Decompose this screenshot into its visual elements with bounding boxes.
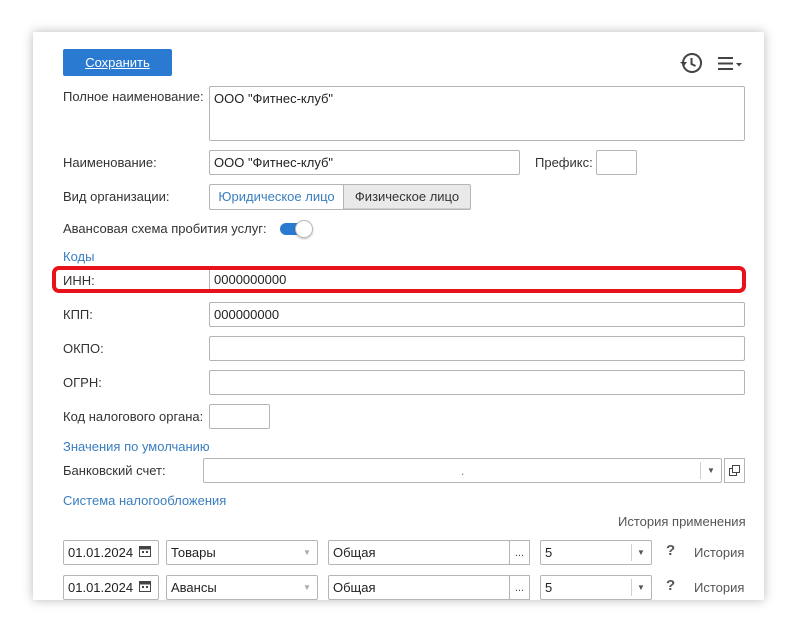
tax-row-system-value: Общая [333, 580, 376, 595]
full-name-textarea[interactable]: ООО "Фитнес-клуб" [209, 86, 745, 141]
tax-row-rate-value: 5 [545, 580, 553, 595]
help-icon[interactable]: ? [666, 542, 675, 559]
chevron-down-icon[interactable]: ▼ [631, 541, 651, 564]
tax-row-history-link[interactable]: История [694, 580, 744, 595]
tax-row-kind-value: Товары [171, 545, 216, 560]
tax-row-history-link[interactable]: История [694, 545, 744, 560]
org-type-legal-button[interactable]: Юридическое лицо [209, 184, 344, 210]
okpo-label: ОКПО: [63, 341, 104, 356]
calendar-icon[interactable] [139, 545, 155, 559]
select-more-button[interactable]: ... [509, 540, 530, 565]
bank-account-label: Банковский счет: [63, 463, 166, 478]
kpp-input[interactable]: 000000000 [209, 302, 745, 327]
help-icon[interactable]: ? [666, 577, 675, 594]
prefix-input[interactable] [596, 150, 637, 175]
chevron-down-icon[interactable]: ▼ [297, 576, 317, 599]
advance-scheme-label: Авансовая схема пробития услуг: [63, 221, 267, 236]
tax-row-system-input[interactable]: Общая [328, 540, 510, 565]
bank-account-value: . [460, 463, 465, 478]
inn-highlight-frame [52, 266, 746, 293]
select-more-button[interactable]: ... [509, 575, 530, 600]
tax-row-rate-select[interactable]: 5 ▼ [540, 540, 652, 565]
menu-icon[interactable] [717, 54, 743, 74]
tax-row-rate-value: 5 [545, 545, 553, 560]
tax-row-system-value: Общая [333, 545, 376, 560]
codes-section-title[interactable]: Коды [63, 249, 94, 264]
ogrn-input[interactable] [209, 370, 745, 395]
toggle-knob [295, 220, 313, 238]
tax-row-kind-select[interactable]: Товары ▼ [166, 540, 318, 565]
tax-row-date-value: 01.01.2024 [68, 545, 134, 560]
tax-row-system-input[interactable]: Общая [328, 575, 510, 600]
tax-row-kind-select[interactable]: Авансы ▼ [166, 575, 318, 600]
chevron-down-icon[interactable]: ▼ [701, 459, 721, 482]
ogrn-label: ОГРН: [63, 375, 102, 390]
org-type-individual-button[interactable]: Физическое лицо [343, 184, 471, 210]
tax-row-date-value: 01.01.2024 [68, 580, 134, 595]
name-label: Наименование: [63, 155, 157, 170]
history-icon[interactable] [679, 51, 703, 75]
open-link-icon[interactable] [724, 458, 745, 483]
tax-system-section-title[interactable]: Система налогообложения [63, 493, 226, 508]
tax-row-kind-value: Авансы [171, 580, 217, 595]
kpp-label: КПП: [63, 307, 93, 322]
name-input[interactable]: ООО "Фитнес-клуб" [209, 150, 520, 175]
tax-authority-code-input[interactable] [209, 404, 270, 429]
bank-account-input[interactable]: . ▼ [203, 458, 722, 483]
calendar-icon[interactable] [139, 580, 155, 594]
okpo-input[interactable] [209, 336, 745, 361]
chevron-down-icon[interactable]: ▼ [297, 541, 317, 564]
chevron-down-icon[interactable]: ▼ [631, 576, 651, 599]
defaults-section-title[interactable]: Значения по умолчанию [63, 439, 210, 454]
tax-row-rate-select[interactable]: 5 ▼ [540, 575, 652, 600]
history-header: История применения [618, 514, 746, 529]
advance-scheme-toggle[interactable] [280, 220, 314, 238]
prefix-label: Префикс: [535, 155, 593, 170]
form-panel: Сохранить Полное наименование: ООО "Фитн… [33, 32, 764, 600]
save-button[interactable]: Сохранить [63, 49, 172, 76]
full-name-label: Полное наименование: [63, 89, 204, 104]
tax-authority-code-label: Код налогового органа: [63, 409, 204, 424]
org-type-label: Вид организации: [63, 189, 170, 204]
